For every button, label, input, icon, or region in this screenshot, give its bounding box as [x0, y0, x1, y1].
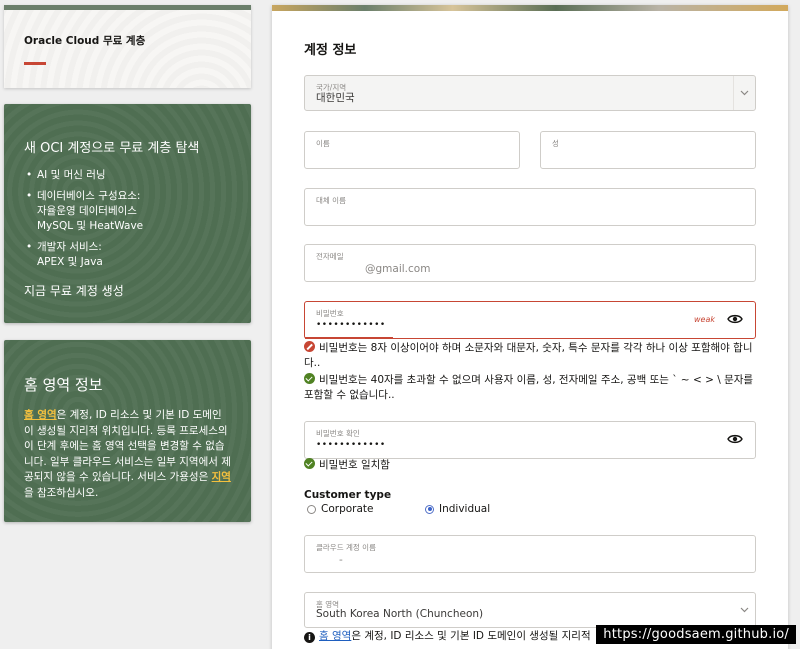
country-select[interactable]: 국가/지역 대한민국: [304, 75, 756, 111]
cloud-account-name-field[interactable]: 클라우드 계정 이름 -: [304, 535, 756, 573]
promo-card: 새 OCI 계정으로 무료 계층 탐색 AI 및 머신 러닝 데이터베이스 구성…: [4, 104, 251, 323]
title-accent-bar: [24, 62, 46, 65]
decorative-banner: [272, 5, 788, 11]
email-field[interactable]: 전자메일 @gmail.com: [304, 244, 756, 282]
confirm-password-field[interactable]: 비밀번호 확인 ••••••••••••: [304, 421, 756, 459]
home-region-link[interactable]: 홈 영역: [24, 409, 57, 421]
password-match-message: 비밀번호 일치함: [304, 458, 756, 473]
alternate-name-field[interactable]: 대체 이름: [304, 188, 756, 226]
chevron-down-icon: [733, 593, 755, 627]
radio-individual[interactable]: Individual: [425, 503, 490, 515]
customer-type-label: Customer type: [304, 489, 392, 501]
eye-icon[interactable]: [727, 432, 743, 446]
home-info-text: 홈 영역은 계정, ID 리소스 및 기본 ID 도메인이 생성될 지리적 위치…: [24, 409, 231, 499]
first-name-field[interactable]: 이름: [304, 131, 520, 169]
list-item: AI 및 머신 러닝: [24, 168, 231, 183]
list-item: 개발자 서비스: APEX 및 Java: [24, 240, 231, 270]
home-region-select[interactable]: 홈 영역 South Korea North (Chuncheon): [304, 592, 756, 628]
radio-corporate[interactable]: Corporate: [307, 503, 374, 515]
check-icon: [304, 373, 315, 384]
password-rule-message: 비밀번호는 40자를 초과할 수 없으며 사용자 이름, 성, 전자메일 주소,…: [304, 373, 754, 401]
account-form-panel: 계정 정보 국가/지역 대한민국 이름 성 대체 이름 전자메일 @gmail.…: [272, 5, 788, 649]
check-icon: [304, 458, 315, 469]
regions-link[interactable]: 지역: [212, 471, 231, 483]
title-card: Oracle Cloud 무료 계층: [4, 5, 251, 88]
promo-heading: 새 OCI 계정으로 무료 계층 탐색: [24, 141, 200, 156]
list-item: 데이터베이스 구성요소: 자율운영 데이터베이스 MySQL 및 HeatWav…: [24, 189, 231, 234]
promo-list: AI 및 머신 러닝 데이터베이스 구성요소: 자율운영 데이터베이스 MySQ…: [24, 168, 231, 270]
section-title: 계정 정보: [304, 43, 357, 58]
eye-icon[interactable]: [727, 312, 743, 326]
home-region-note-link[interactable]: 홈 영역: [319, 630, 351, 642]
last-name-field[interactable]: 성: [540, 131, 756, 169]
home-info-heading: 홈 영역 정보: [24, 376, 103, 394]
error-icon: [304, 341, 315, 352]
create-account-cta: 지금 무료 계정 생성: [24, 284, 124, 298]
chevron-down-icon: [733, 76, 755, 110]
page-brand-title: Oracle Cloud 무료 계층: [24, 35, 146, 47]
password-strength-bar: [305, 337, 393, 339]
left-column: Oracle Cloud 무료 계층 새 OCI 계정으로 무료 계층 탐색 A…: [4, 5, 251, 522]
password-error-message: 비밀번호는 8자 이상이어야 하며 소문자와 대문자, 숫자, 특수 문자를 각…: [304, 341, 753, 369]
password-strength-label: weak: [694, 315, 715, 324]
watermark: https://goodsaem.github.io/: [596, 625, 796, 644]
password-field[interactable]: 비밀번호 •••••••••••• weak: [304, 301, 756, 339]
info-icon: i: [304, 632, 315, 643]
home-region-info-card: 홈 영역 정보 홈 영역은 계정, ID 리소스 및 기본 ID 도메인이 생성…: [4, 340, 251, 522]
